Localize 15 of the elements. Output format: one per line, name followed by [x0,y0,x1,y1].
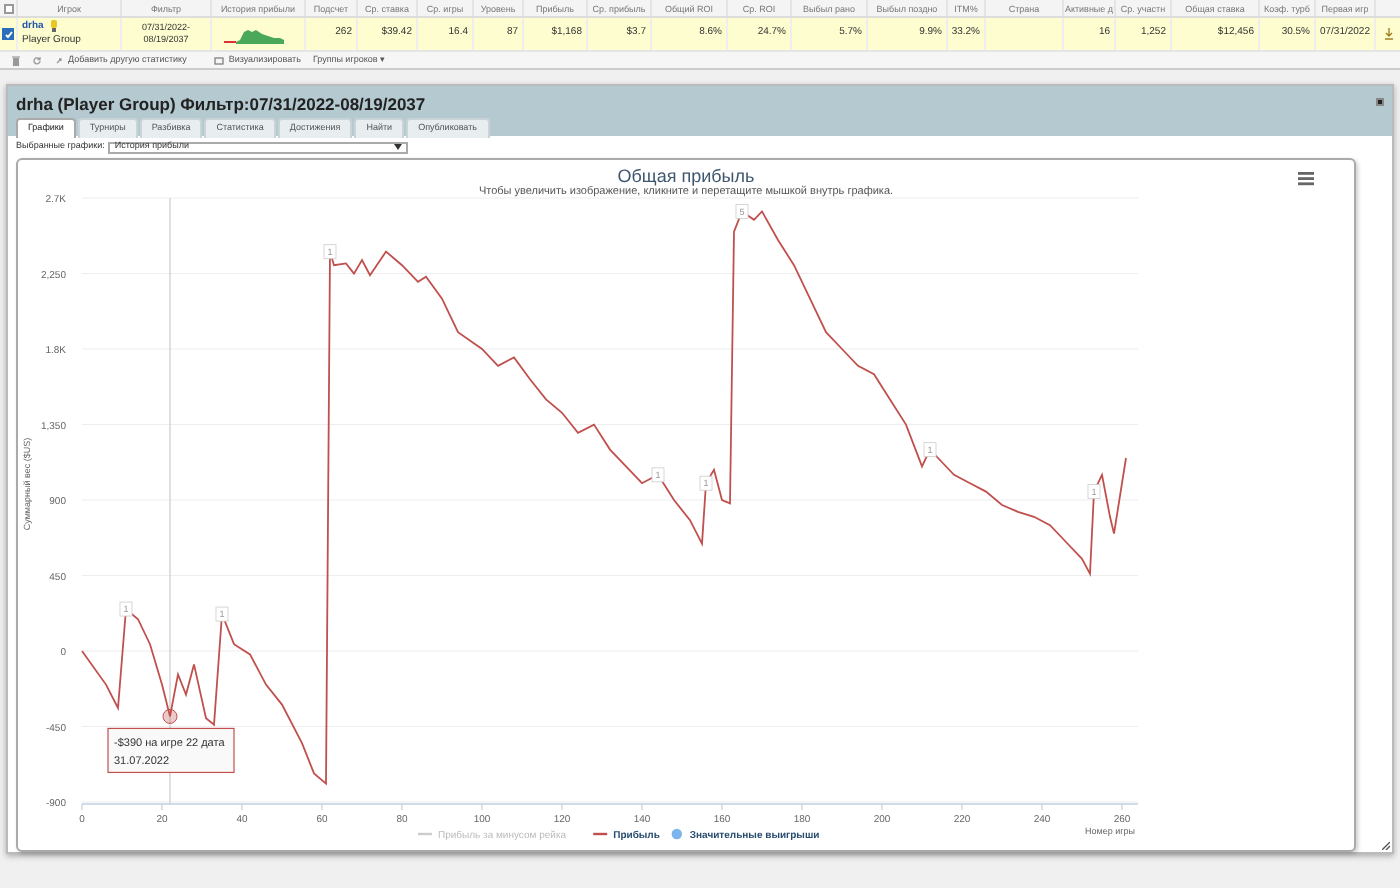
refresh-icon[interactable] [32,55,42,65]
export-icon[interactable] [1383,28,1393,40]
bulb-icon [49,20,58,33]
window-icon [214,55,225,65]
dialog-title: drha (Player Group) Фильтр:07/31/2022-08/19/2037 [16,92,426,118]
menu-icon[interactable] [1298,172,1314,186]
chart-title: Общая прибыль [617,166,755,186]
trash-icon[interactable] [12,55,20,65]
select-all-checkbox[interactable] [3,3,13,13]
row-checkbox[interactable] [2,28,14,40]
hover-point [162,708,178,724]
resize-grip-icon[interactable] [1382,842,1390,850]
close-icon[interactable] [1376,98,1384,107]
link-icon [54,55,64,65]
caret-icon [394,144,403,150]
